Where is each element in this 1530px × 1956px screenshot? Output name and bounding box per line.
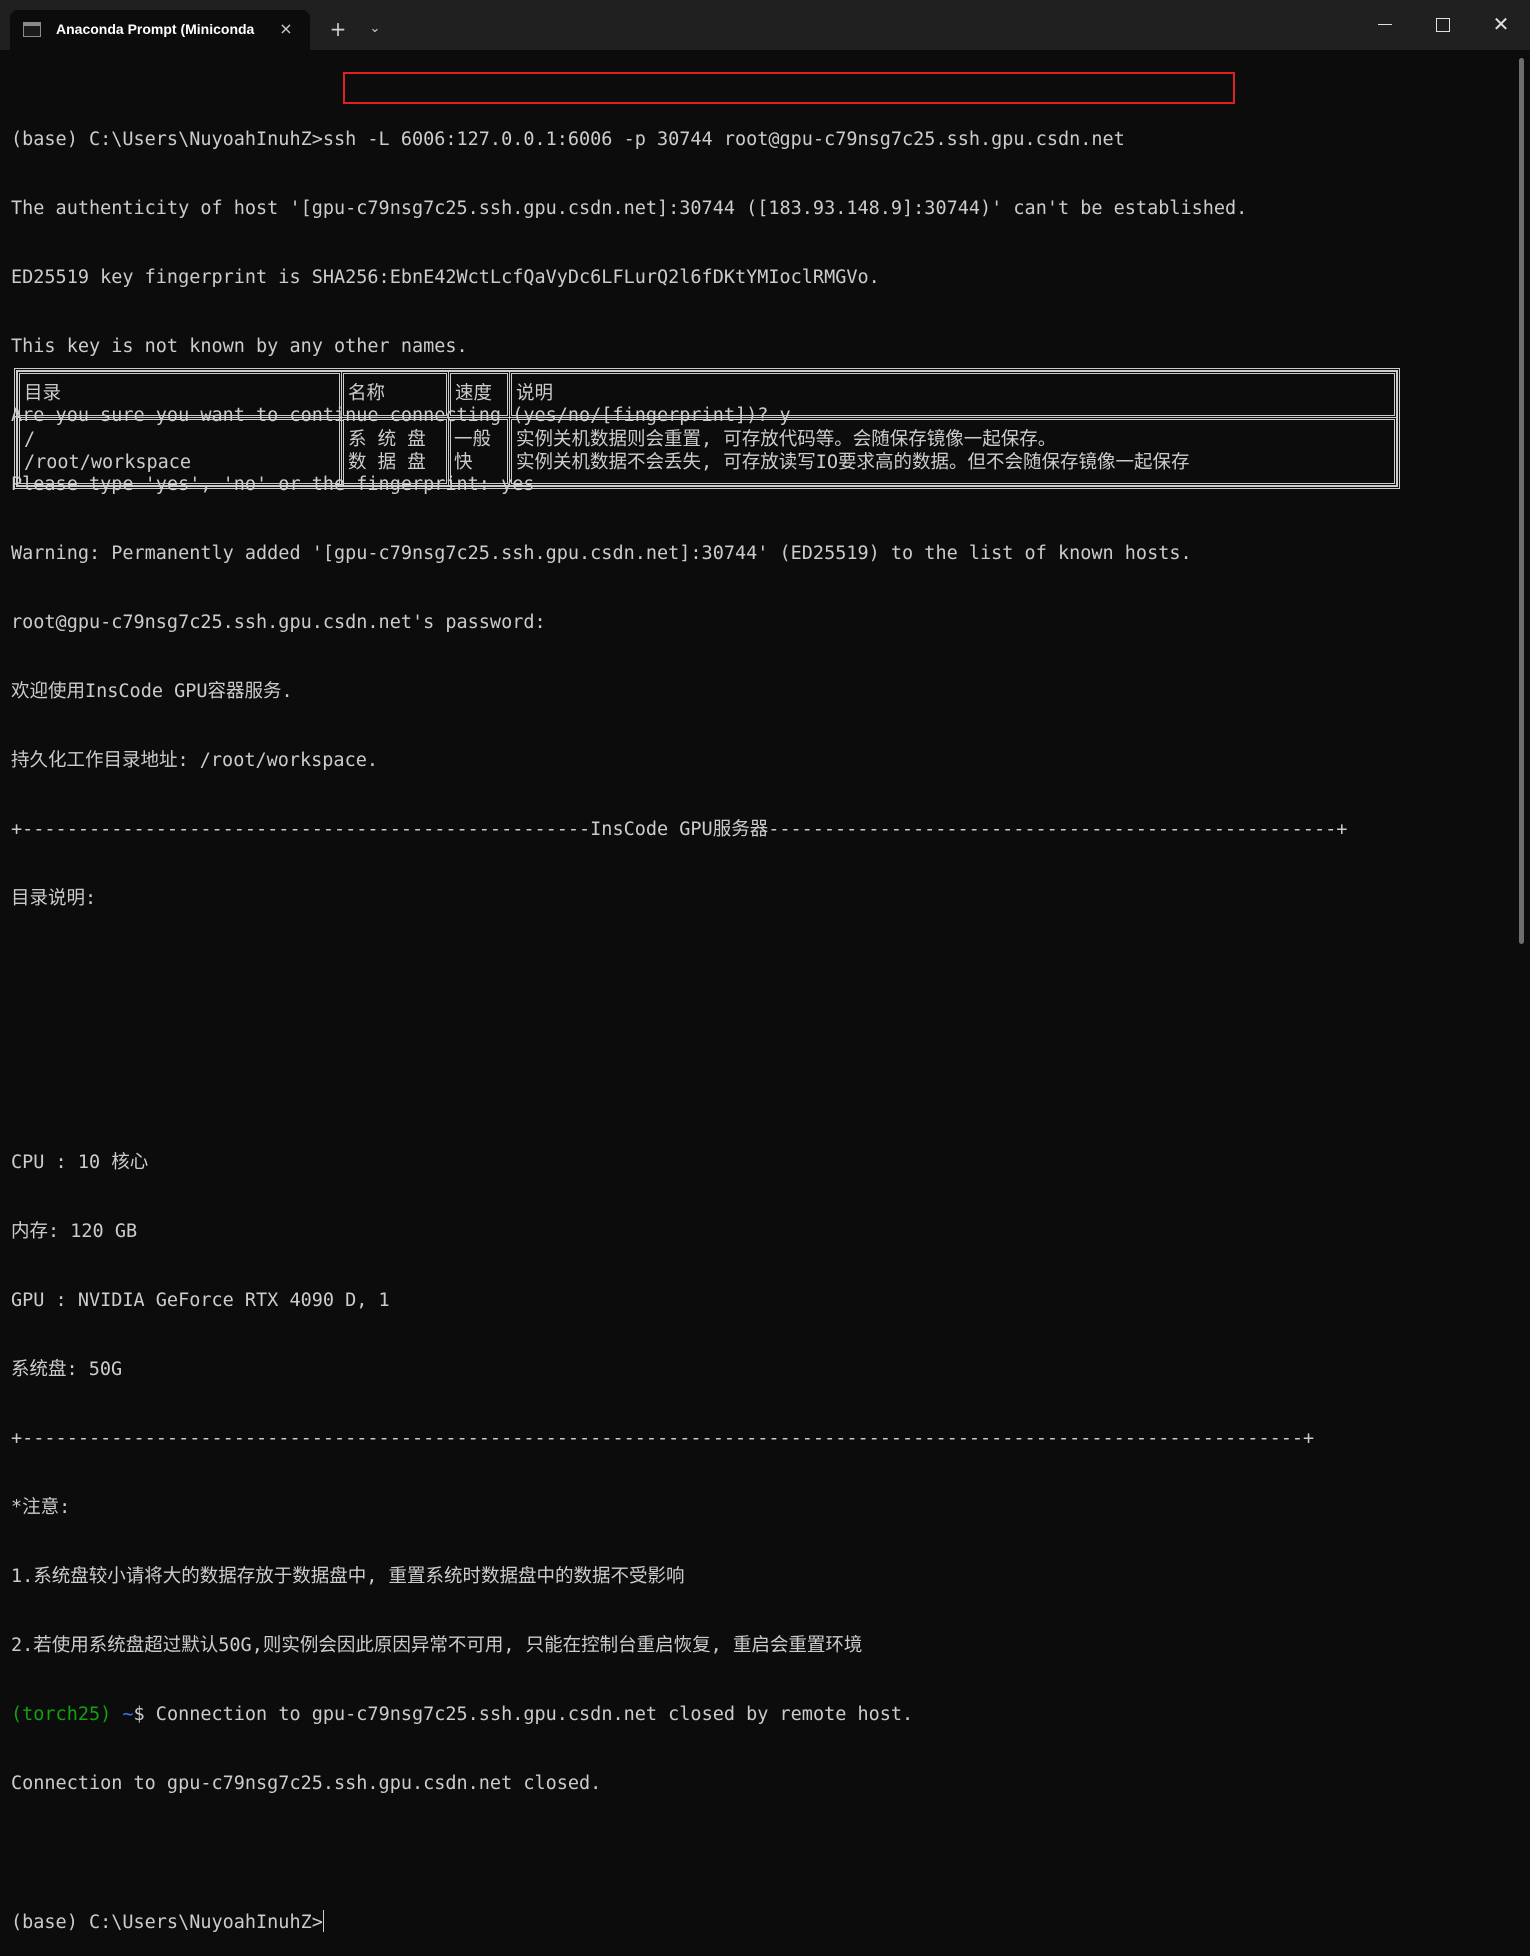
close-window-button[interactable]: ✕ — [1472, 0, 1530, 48]
terminal-line: +---------------------------------------… — [11, 1428, 1315, 1449]
terminal-line: 系统盘: 50G — [11, 1359, 123, 1380]
terminal-line: 持久化工作目录地址: /root/workspace. — [11, 750, 378, 771]
terminal-line: CPU : 10 核心 — [11, 1152, 149, 1173]
title-bar: Anaconda Prompt (Miniconda × + ⌄ ✕ — [0, 0, 1530, 50]
prompt-line[interactable]: (base) C:\Users\NuyoahInuhZ> — [11, 1910, 1516, 1933]
new-tab-button[interactable]: + — [325, 16, 351, 42]
maximize-icon — [1436, 18, 1450, 32]
command-highlight-box — [343, 72, 1235, 104]
terminal-line: root@gpu-c79nsg7c25.ssh.gpu.csdn.net's p… — [11, 612, 546, 633]
terminal-line: 2.若使用系统盘超过默认50G,则实例会因此原因异常不可用, 只能在控制台重启恢… — [11, 1635, 863, 1656]
terminal-line: The authenticity of host '[gpu-c79nsg7c2… — [11, 198, 1248, 219]
tilde-path: ~ — [122, 1704, 134, 1725]
remote-closed-line: (torch25) ~$ Connection to gpu-c79nsg7c2… — [11, 1703, 1516, 1726]
terminal-line: 目录说明: — [11, 888, 97, 909]
table-cell-directory: / /root/workspace — [17, 417, 342, 486]
tab-close-icon[interactable]: × — [275, 18, 297, 40]
maximize-button[interactable] — [1414, 0, 1472, 48]
terminal-line: GPU : NVIDIA GeForce RTX 4090 D, 1 — [11, 1290, 390, 1311]
terminal-line: 1.系统盘较小请将大的数据存放于数据盘中, 重置系统时数据盘中的数据不受影响 — [11, 1566, 685, 1587]
text-cursor — [322, 1910, 324, 1932]
terminal-line: ED25519 key fingerprint is SHA256:EbnE42… — [11, 267, 880, 288]
terminal-line: Connection to gpu-c79nsg7c25.ssh.gpu.csd… — [11, 1773, 602, 1794]
terminal-output[interactable]: (base) C:\Users\NuyoahInuhZ>ssh -L 6006:… — [11, 82, 1516, 1933]
table-cell-name: 系 统 盘 数 据 盘 — [341, 417, 449, 486]
terminal-icon — [23, 22, 41, 37]
scrollbar[interactable] — [1519, 58, 1524, 944]
terminal-line: This key is not known by any other names… — [11, 336, 468, 357]
table-header-name: 名称 — [341, 371, 449, 418]
conda-env-name: (torch25) — [11, 1704, 112, 1725]
table-cell-speed: 一般 快 — [448, 417, 510, 486]
terminal-line: Warning: Permanently added '[gpu-c79nsg7… — [11, 543, 1192, 564]
table-cell-description: 实例关机数据则会重置, 可存放代码等。会随保存镜像一起保存。 实例关机数据不会丢… — [509, 417, 1397, 486]
table-header-speed: 速度 — [448, 371, 510, 418]
terminal-line: *注意: — [11, 1497, 71, 1518]
remote-closed-message: $ Connection to gpu-c79nsg7c25.ssh.gpu.c… — [133, 1704, 914, 1725]
terminal-line: +---------------------------------------… — [11, 819, 1348, 840]
prompt-text: (base) C:\Users\NuyoahInuhZ> — [11, 1912, 323, 1933]
minimize-button[interactable] — [1356, 0, 1414, 48]
minimize-icon — [1378, 24, 1392, 25]
table-header-description: 说明 — [509, 371, 1397, 418]
tab-dropdown-button[interactable]: ⌄ — [362, 16, 388, 42]
terminal-line: (base) C:\Users\NuyoahInuhZ>ssh -L 6006:… — [11, 129, 1125, 150]
terminal-tab[interactable]: Anaconda Prompt (Miniconda × — [10, 10, 310, 50]
table-header-directory: 目录 — [17, 371, 342, 418]
tab-title: Anaconda Prompt (Miniconda — [56, 21, 255, 37]
terminal-line: 欢迎使用InsCode GPU容器服务. — [11, 681, 293, 702]
terminal-line: 内存: 120 GB — [11, 1221, 138, 1242]
